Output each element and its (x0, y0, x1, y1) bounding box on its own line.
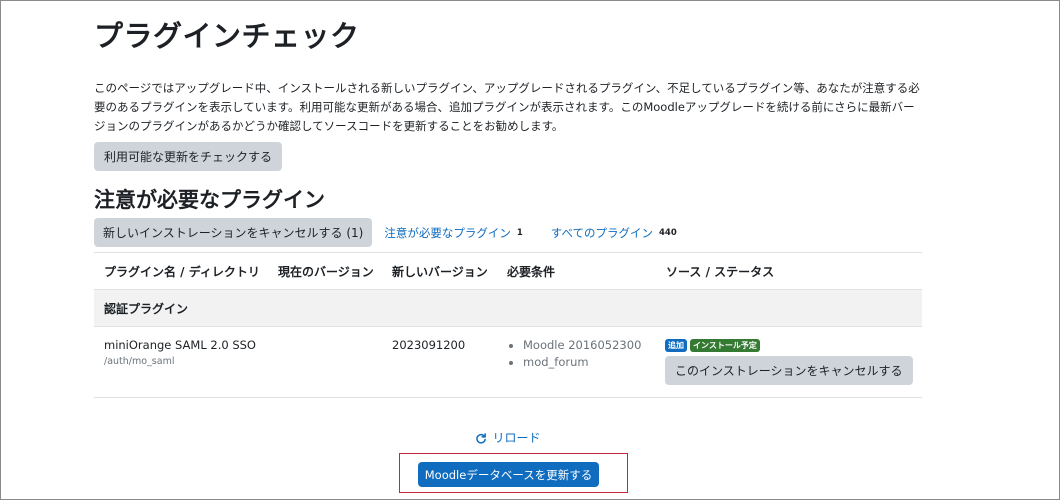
plugin-filters: 新しいインストレーションをキャンセルする (1) 注意が必要なプラグイン 1 す… (94, 218, 705, 247)
status-cell: 追加 インストール予定 このインストレーションをキャンセルする (665, 339, 913, 385)
filter-attention-link[interactable]: 注意が必要なプラグイン (384, 225, 511, 241)
check-updates-button[interactable]: 利用可能な更新をチェックする (94, 142, 283, 171)
upgrade-highlight-box: Moodleデータベースを更新する (399, 453, 628, 493)
new-version: 2023091200 (392, 338, 466, 352)
filter-all-link[interactable]: すべてのプラグイン (551, 225, 653, 241)
requirement-item: Moodle 2016052300 (523, 338, 641, 352)
section-auth-plugins: 認証プラグイン (94, 289, 922, 326)
requirements-cell: Moodle 2016052300 mod_forum (507, 338, 641, 372)
filter-attention-count: 1 (516, 227, 523, 238)
plugins-table: プラグイン名 / ディレクトリ 現在のバージョン 新しいバージョン 必要条件 ソ… (94, 252, 922, 398)
status-badges: 追加 インストール予定 (665, 339, 913, 352)
header-current-version: 現在のバージョン (278, 264, 374, 279)
plugin-name: miniOrange SAML 2.0 SSO (104, 338, 256, 352)
table-row: miniOrange SAML 2.0 SSO /auth/mo_saml 20… (94, 326, 922, 398)
table-header: プラグイン名 / ディレクトリ 現在のバージョン 新しいバージョン 必要条件 ソ… (94, 253, 922, 289)
reload-link[interactable]: リロード (475, 429, 541, 446)
plugin-name-cell: miniOrange SAML 2.0 SSO /auth/mo_saml (104, 338, 256, 367)
cancel-installation-button[interactable]: このインストレーションをキャンセルする (665, 356, 913, 385)
requirements-list: Moodle 2016052300 mod_forum (507, 338, 641, 369)
attention-heading: 注意が必要なプラグイン (94, 188, 325, 212)
status-badge-install: インストール予定 (690, 339, 760, 352)
upgrade-database-button[interactable]: Moodleデータベースを更新する (418, 462, 599, 487)
reload-label: リロード (492, 431, 541, 445)
plugin-path: /auth/mo_saml (104, 356, 175, 367)
header-new-version: 新しいバージョン (392, 264, 488, 279)
filter-all-count: 440 (659, 227, 677, 238)
reload-row: リロード (94, 429, 922, 447)
page-title: プラグインチェック (94, 19, 360, 53)
refresh-icon (476, 432, 487, 444)
intro-text: このページではアップグレード中、インストールされる新しいプラグイン、アップグレー… (94, 81, 920, 133)
requirement-item: mod_forum (523, 355, 641, 369)
header-plugin-name: プラグイン名 / ディレクトリ (104, 264, 260, 279)
header-source-status: ソース / ステータス (666, 264, 775, 279)
header-requirements: 必要条件 (507, 264, 556, 279)
filter-cancel-new-installs[interactable]: 新しいインストレーションをキャンセルする (1) (94, 218, 373, 247)
status-badge-add: 追加 (665, 339, 687, 352)
